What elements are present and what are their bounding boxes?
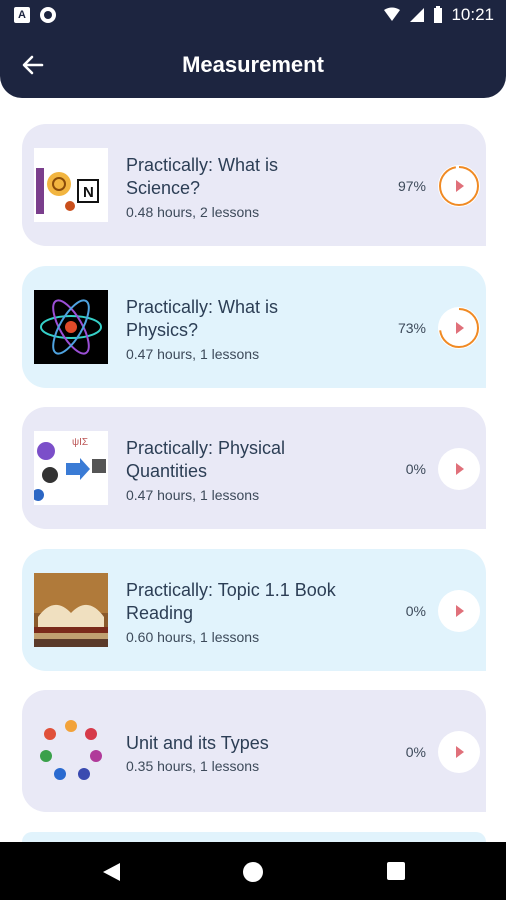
- course-percent: 0%: [405, 461, 426, 477]
- notification-circle-icon: [40, 7, 56, 23]
- circle-home-icon[interactable]: [242, 861, 264, 883]
- course-percent: 97%: [397, 178, 426, 194]
- play-button[interactable]: [438, 448, 480, 490]
- status-time: 10:21: [451, 5, 494, 24]
- svg-text:N: N: [83, 184, 94, 201]
- course-card-physical-quantities[interactable]: ψIΣ Practically: Physical Quantities 0.4…: [22, 407, 486, 529]
- system-nav-bar: [0, 842, 506, 900]
- battery-icon: [434, 6, 443, 23]
- play-button[interactable]: [438, 731, 480, 773]
- play-button[interactable]: [438, 590, 480, 632]
- course-meta: 0.47 hours, 1 lessons: [126, 346, 260, 362]
- course-meta: 0.47 hours, 1 lessons: [126, 487, 260, 503]
- course-percent: 0%: [405, 744, 426, 760]
- svg-text:ψIΣ: ψIΣ: [72, 437, 88, 448]
- play-icon: [439, 308, 479, 348]
- course-meta: 0.60 hours, 1 lessons: [126, 629, 260, 645]
- play-button[interactable]: [438, 307, 480, 349]
- triangle-back-icon[interactable]: [100, 861, 122, 883]
- course-meta: 0.35 hours, 1 lessons: [126, 758, 260, 774]
- course-percent: 73%: [397, 320, 426, 336]
- play-icon: [456, 605, 464, 617]
- notification-a-icon: A: [14, 7, 30, 23]
- course-card-physics[interactable]: Practically: What is Physics? 0.47 hours…: [22, 266, 486, 388]
- course-meta: 0.48 hours, 2 lessons: [126, 204, 260, 220]
- signal-icon: [410, 8, 425, 22]
- book-thumbnail: [34, 573, 108, 647]
- play-button[interactable]: [438, 165, 480, 207]
- course-title: Practically: What is Science?: [126, 155, 279, 198]
- course-title: Practically: Physical Quantities: [126, 438, 286, 481]
- app-bar: Measurement: [0, 32, 506, 98]
- wifi-icon: [384, 7, 401, 21]
- play-icon: [456, 463, 464, 475]
- course-card-unit-types[interactable]: Unit and its Types 0.35 hours, 1 lessons…: [22, 690, 486, 812]
- course-card-science[interactable]: N Practically: What is Science? 0.48 hou…: [22, 124, 486, 246]
- physics-atom-thumbnail: [34, 290, 108, 364]
- status-bar: A 10:21: [0, 0, 506, 32]
- course-title: Unit and its Types: [126, 733, 269, 753]
- physical-quantities-thumbnail: ψIΣ: [34, 431, 108, 505]
- science-thumbnail: N: [34, 148, 108, 222]
- square-recents-icon[interactable]: [386, 861, 406, 881]
- play-icon: [456, 746, 464, 758]
- course-title: Practically: What is Physics?: [126, 297, 279, 340]
- page-title: Measurement: [182, 52, 324, 77]
- units-circle-thumbnail: [34, 714, 108, 788]
- course-title: Practically: Topic 1.1 Book Reading: [126, 580, 336, 623]
- course-card-book-reading[interactable]: Practically: Topic 1.1 Book Reading 0.60…: [22, 549, 486, 671]
- course-percent: 0%: [405, 603, 426, 619]
- play-icon: [439, 166, 479, 206]
